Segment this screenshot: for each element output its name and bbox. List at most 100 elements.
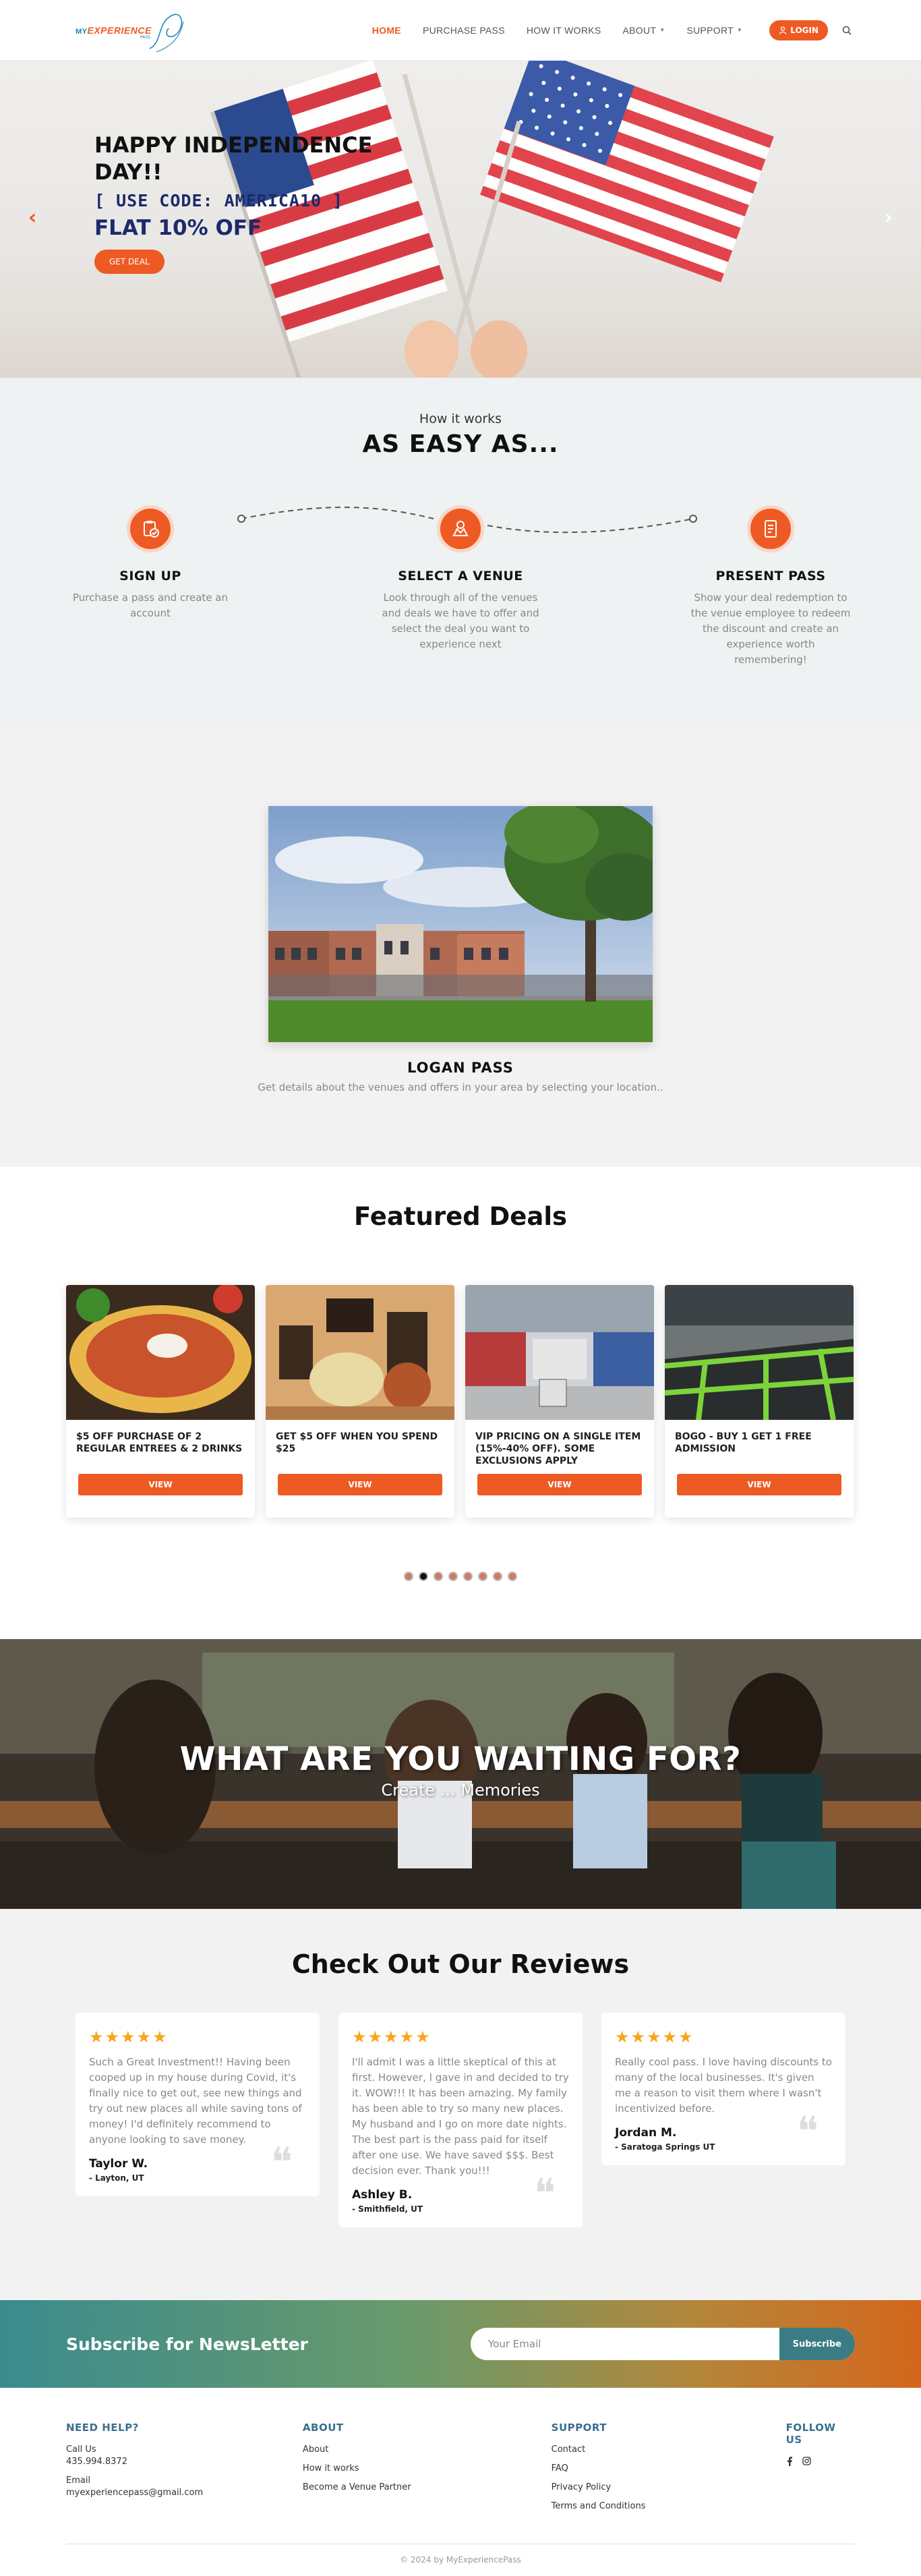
location-name: LOGAN PASS	[407, 1060, 514, 1076]
footer-link-faq[interactable]: FAQ	[552, 2463, 786, 2474]
email-link[interactable]: myexperiencepass@gmail.com	[66, 2488, 303, 2498]
nav-support[interactable]: SUPPORT ▼	[676, 25, 753, 36]
instagram-icon[interactable]	[802, 2457, 811, 2469]
get-deal-button[interactable]: GET DEAL	[94, 250, 165, 274]
carousel-dot[interactable]	[404, 1572, 413, 1581]
logo-experience: EXPERIENCE	[87, 24, 152, 36]
footer-link-how-it-works[interactable]: How it works	[303, 2463, 552, 2474]
location-description: Get details about the venues and offers …	[258, 1081, 663, 1093]
newsletter-form: Subscribe	[471, 2328, 855, 2360]
footer-about-heading: ABOUT	[302, 2422, 344, 2434]
deal-card[interactable]: $5 OFF PURCHASE OF 2 REGULAR ENTREES & 2…	[66, 1285, 255, 1518]
carousel-dot[interactable]	[463, 1572, 473, 1581]
logo-sub: PASS	[140, 34, 150, 40]
step-title: SIGN UP	[119, 569, 181, 583]
view-deal-button[interactable]: VIEW	[278, 1474, 442, 1495]
login-label: LOGIN	[790, 25, 819, 35]
footer-link-about[interactable]: About	[303, 2444, 552, 2455]
email-input[interactable]	[471, 2328, 779, 2360]
chevron-down-icon: ▼	[737, 27, 743, 33]
nav-purchase-pass[interactable]: PURCHASE PASS	[412, 25, 516, 36]
cta-banner: WHAT ARE YOU WAITING FOR? Create ... Mem…	[0, 1639, 921, 1909]
clipboard-check-icon	[127, 505, 174, 552]
deal-image	[465, 1285, 654, 1420]
footer-link-contact[interactable]: Contact	[552, 2444, 786, 2455]
footer-help: NEED HELP? Call Us 435.994.8372 Email my…	[66, 2422, 303, 2520]
site-footer: NEED HELP? Call Us 435.994.8372 Email my…	[0, 2388, 921, 2576]
review-card: ★★★★★ Such a Great Investment!! Having b…	[76, 2013, 320, 2196]
footer-support-heading: SUPPORT	[551, 2422, 607, 2434]
review-card: ★★★★★ Really cool pass. I love having di…	[601, 2013, 845, 2165]
step-text: Purchase a pass and create an account	[72, 592, 229, 619]
banner-text: WHAT ARE YOU WAITING FOR? Create ... Mem…	[0, 1740, 921, 1800]
nav-purchase-pass-label: PURCHASE PASS	[422, 24, 505, 36]
nav-about-label: ABOUT	[622, 24, 657, 36]
how-subtitle: How it works	[419, 411, 502, 426]
nav-home[interactable]: HOME	[361, 25, 412, 36]
deal-card[interactable]: GET $5 OFF WHEN YOU SPEND $25 VIEW	[266, 1285, 454, 1518]
step-present-pass: PRESENT PASS Show your deal redemption t…	[676, 505, 865, 668]
nav-how-it-works[interactable]: HOW IT WORKS	[516, 25, 612, 36]
slider-prev-arrow-icon[interactable]: ‹	[28, 206, 36, 229]
step-select-venue: SELECT A VENUE Look through all of the v…	[366, 505, 555, 668]
review-card: ★★★★★ I'll admit I was a little skeptica…	[338, 2013, 583, 2227]
login-button[interactable]: LOGIN	[769, 20, 828, 40]
subscribe-button[interactable]: Subscribe	[779, 2328, 855, 2360]
featured-title: Featured Deals	[353, 1202, 568, 1231]
view-deal-button[interactable]: VIEW	[477, 1474, 642, 1495]
reviews-section: Check Out Our Reviews ★★★★★ Such a Great…	[0, 1909, 921, 2300]
phone-link[interactable]: 435.994.8372	[66, 2457, 303, 2467]
star-rating-icon: ★★★★★	[615, 2028, 694, 2047]
email-label: Email	[66, 2475, 91, 2486]
star-rating-icon: ★★★★★	[352, 2028, 432, 2047]
quote-icon: ❝	[270, 2139, 293, 2186]
how-title: AS EASY AS...	[362, 430, 559, 458]
review-text: I'll admit I was a little skeptical of t…	[352, 2056, 569, 2177]
reviews-title: Check Out Our Reviews	[291, 1949, 630, 1979]
facebook-icon[interactable]	[786, 2457, 793, 2469]
nav-about[interactable]: ABOUT ▼	[612, 25, 676, 36]
step-title: PRESENT PASS	[715, 569, 826, 583]
deal-card[interactable]: BOGO - BUY 1 GET 1 FREE ADMISSION VIEW	[665, 1285, 854, 1518]
carousel-dot[interactable]	[478, 1572, 487, 1581]
footer-columns: NEED HELP? Call Us 435.994.8372 Email my…	[66, 2422, 855, 2520]
carousel-dot[interactable]	[448, 1572, 458, 1581]
footer-link-privacy[interactable]: Privacy Policy	[552, 2482, 786, 2493]
search-icon[interactable]	[840, 24, 854, 37]
deal-image	[66, 1285, 255, 1420]
call-label: Call Us	[66, 2444, 96, 2455]
carousel-dots	[0, 1572, 921, 1581]
carousel-dot-active[interactable]	[419, 1572, 428, 1581]
hero-title: HAPPY INDEPENDENCE DAY!!	[94, 132, 373, 185]
step-text: Show your deal redemption to the venue e…	[690, 592, 851, 666]
logo[interactable]: MYEXPERIENCE PASS	[76, 7, 190, 54]
view-deal-button[interactable]: VIEW	[78, 1474, 243, 1495]
footer-follow: FOLLOW US	[786, 2422, 855, 2520]
footer-link-venue-partner[interactable]: Become a Venue Partner	[303, 2482, 552, 2493]
slider-next-arrow-icon[interactable]: ›	[885, 206, 893, 229]
carousel-dot[interactable]	[434, 1572, 443, 1581]
carousel-dot[interactable]	[493, 1572, 502, 1581]
deal-title: BOGO - BUY 1 GET 1 FREE ADMISSION	[675, 1431, 812, 1454]
footer-follow-heading: FOLLOW US	[785, 2422, 836, 2446]
social-links	[786, 2457, 855, 2469]
deal-card[interactable]: VIP PRICING ON A SINGLE ITEM (15%-40% OF…	[465, 1285, 654, 1518]
carousel-dot[interactable]	[508, 1572, 517, 1581]
footer-link-terms[interactable]: Terms and Conditions	[552, 2501, 786, 2512]
review-text: Such a Great Investment!! Having been co…	[89, 2056, 302, 2146]
nav-home-label: HOME	[372, 24, 401, 36]
quote-icon: ❝	[533, 2170, 556, 2217]
location-section: LOGAN PASS Get details about the venues …	[0, 725, 921, 1167]
pass-icon	[747, 505, 794, 552]
nav-how-it-works-label: HOW IT WORKS	[526, 24, 601, 36]
featured-deals-section: Featured Deals $5 OFF PURCHASE OF 2 REGU…	[0, 1167, 921, 1639]
newsletter-title: Subscribe for NewsLetter	[66, 2334, 308, 2354]
site-header: MYEXPERIENCE PASS HOME PURCHASE PASS HOW…	[0, 0, 921, 61]
copyright: © 2024 by MyExperiencePass	[66, 2544, 855, 2565]
deals-carousel: $5 OFF PURCHASE OF 2 REGULAR ENTREES & 2…	[66, 1285, 855, 1518]
step-sign-up: SIGN UP Purchase a pass and create an ac…	[56, 505, 245, 668]
how-it-works-section: How it works AS EASY AS... SIGN UP Purch…	[0, 378, 921, 725]
view-deal-button[interactable]: VIEW	[677, 1474, 841, 1495]
logan-pass-image[interactable]	[268, 806, 653, 1042]
deal-title: VIP PRICING ON A SINGLE ITEM (15%-40% OF…	[475, 1431, 641, 1466]
